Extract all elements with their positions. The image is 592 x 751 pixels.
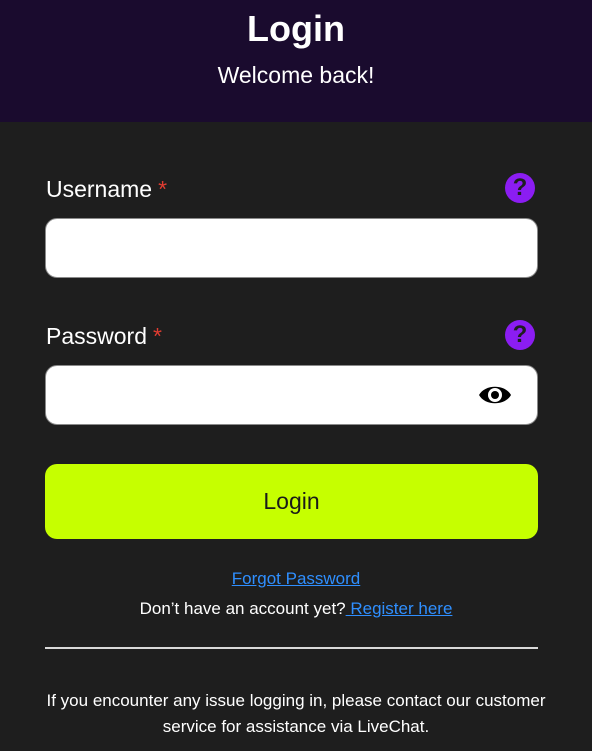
username-label-text: Username bbox=[46, 176, 153, 202]
required-marker: * bbox=[158, 176, 168, 202]
no-account-text: Don’t have an account yet? bbox=[139, 599, 346, 618]
page-title: Login bbox=[247, 8, 345, 49]
question-circle-icon[interactable]: ? bbox=[505, 173, 535, 203]
forgot-password-row: Forgot Password bbox=[0, 568, 592, 590]
username-input[interactable] bbox=[45, 218, 538, 278]
required-marker: * bbox=[152, 323, 162, 349]
username-label: Username * bbox=[46, 175, 167, 203]
page-subtitle: Welcome back! bbox=[217, 62, 375, 88]
forgot-password-link[interactable]: Forgot Password bbox=[232, 569, 361, 588]
login-button[interactable]: Login bbox=[45, 464, 538, 539]
register-link[interactable]: Register here bbox=[346, 599, 452, 618]
support-notice: If you encounter any issue logging in, p… bbox=[46, 691, 546, 736]
password-label-text: Password bbox=[46, 323, 147, 349]
register-row: Don’t have an account yet? Register here bbox=[0, 598, 592, 620]
password-label: Password * bbox=[46, 322, 162, 350]
divider bbox=[45, 647, 538, 649]
password-input[interactable] bbox=[45, 365, 538, 425]
page-header: Login Welcome back! bbox=[0, 0, 592, 122]
eye-icon[interactable] bbox=[478, 382, 512, 408]
question-circle-icon[interactable]: ? bbox=[505, 320, 535, 350]
